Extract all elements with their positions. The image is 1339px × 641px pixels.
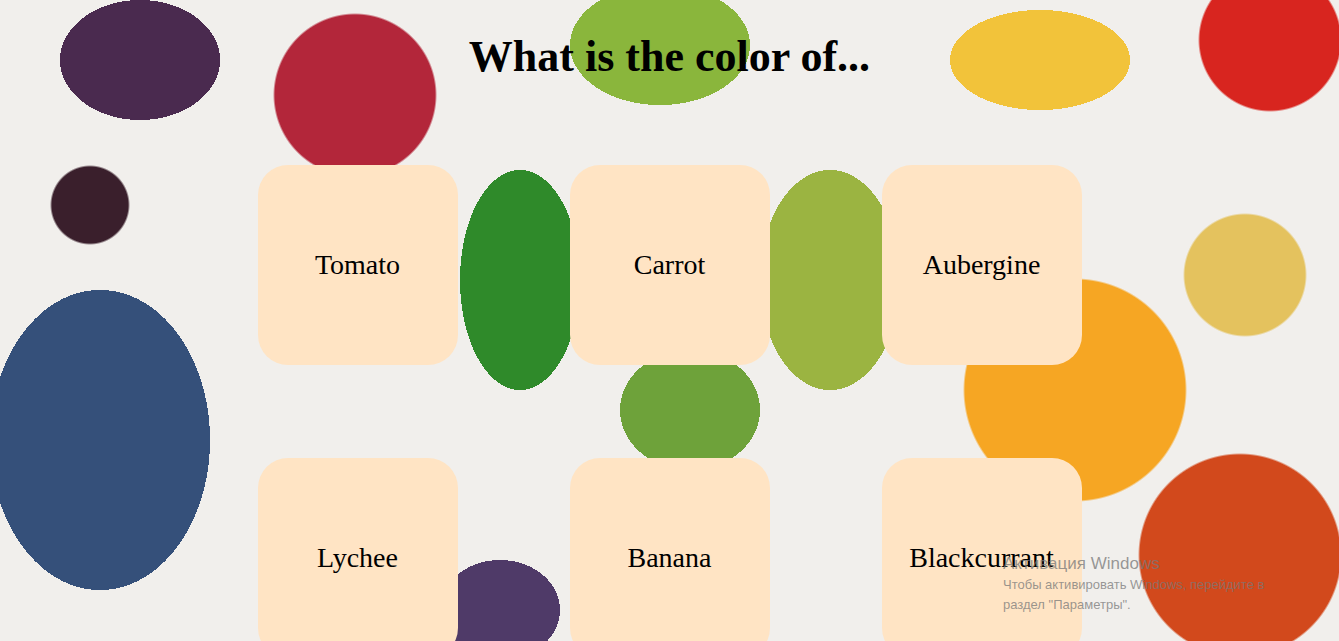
watermark-line: Чтобы активировать Windows, перейдите в <box>1003 575 1264 595</box>
fruit-card[interactable]: Carrot <box>570 165 770 365</box>
watermark-title: Активация Windows <box>1003 553 1264 575</box>
fruit-card[interactable]: Aubergine <box>882 165 1082 365</box>
fruit-card[interactable]: Banana <box>570 458 770 641</box>
activation-watermark: Активация WindowsЧтобы активировать Wind… <box>1003 553 1264 615</box>
fruit-card[interactable]: Blackcurrant <box>882 458 1082 641</box>
fruit-card[interactable]: Tomato <box>258 165 458 365</box>
quiz-page: What is the color of... Tomato Carrot Auber… <box>0 0 1339 641</box>
quiz-title: What is the color of... <box>469 32 870 82</box>
answer-grid: Tomato Carrot Aubergine Lychee Banana Blackcu… <box>258 165 1082 641</box>
watermark-line: раздел "Параметры". <box>1003 595 1264 615</box>
fruit-card[interactable]: Lychee <box>258 458 458 641</box>
